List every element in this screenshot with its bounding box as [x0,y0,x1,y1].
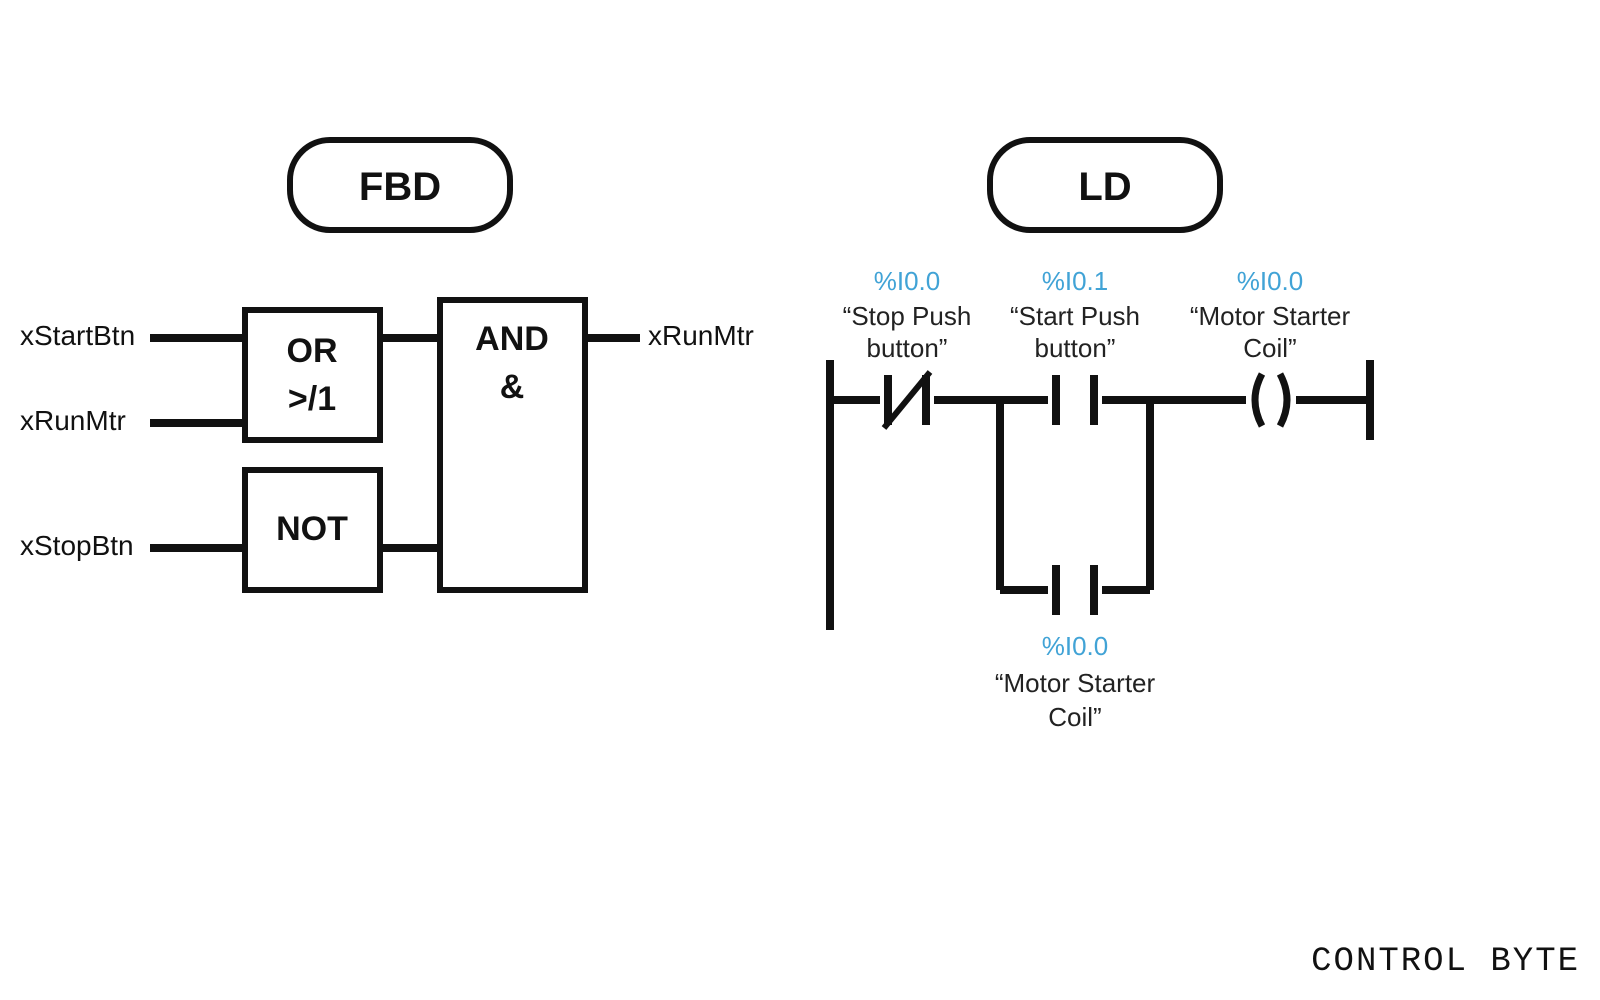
stop-l2: button” [867,333,948,363]
fbd-section: FBD xStartBtn xRunMtr xStopBtn OR >/1 NO… [20,140,754,590]
coil-addr: %I0.0 [1237,266,1304,296]
fbd-input-stop: xStopBtn [20,530,134,561]
or-label-2: >/1 [288,380,336,418]
not-label: NOT [276,510,348,548]
ld-title: LD [1078,165,1131,209]
coil-l1: “Motor Starter [1190,301,1351,331]
fbd-title: FBD [359,165,441,209]
latch-addr: %I0.0 [1042,631,1109,661]
start-l1: “Start Push [1010,301,1140,331]
coil-l2: Coil” [1243,333,1296,363]
stop-addr: %I0.0 [874,266,941,296]
start-l2: button” [1035,333,1116,363]
fbd-input-run: xRunMtr [20,405,126,436]
or-block [245,310,380,440]
latch-l1: “Motor Starter [995,668,1156,698]
stop-l1: “Stop Push [843,301,972,331]
diagram-canvas: FBD xStartBtn xRunMtr xStopBtn OR >/1 NO… [0,0,1600,1000]
brand-logo: CONTROL BYTE [1311,943,1580,981]
ld-section: LD %I0.0 “Stop Push button” %I0.1 “Start… [830,140,1370,732]
or-label-1: OR [287,332,338,370]
latch-l2: Coil” [1048,702,1101,732]
and-label-1: AND [475,320,549,358]
and-label-2: & [500,368,525,406]
fbd-input-start: xStartBtn [20,320,135,351]
start-addr: %I0.1 [1042,266,1109,296]
fbd-output: xRunMtr [648,320,754,351]
